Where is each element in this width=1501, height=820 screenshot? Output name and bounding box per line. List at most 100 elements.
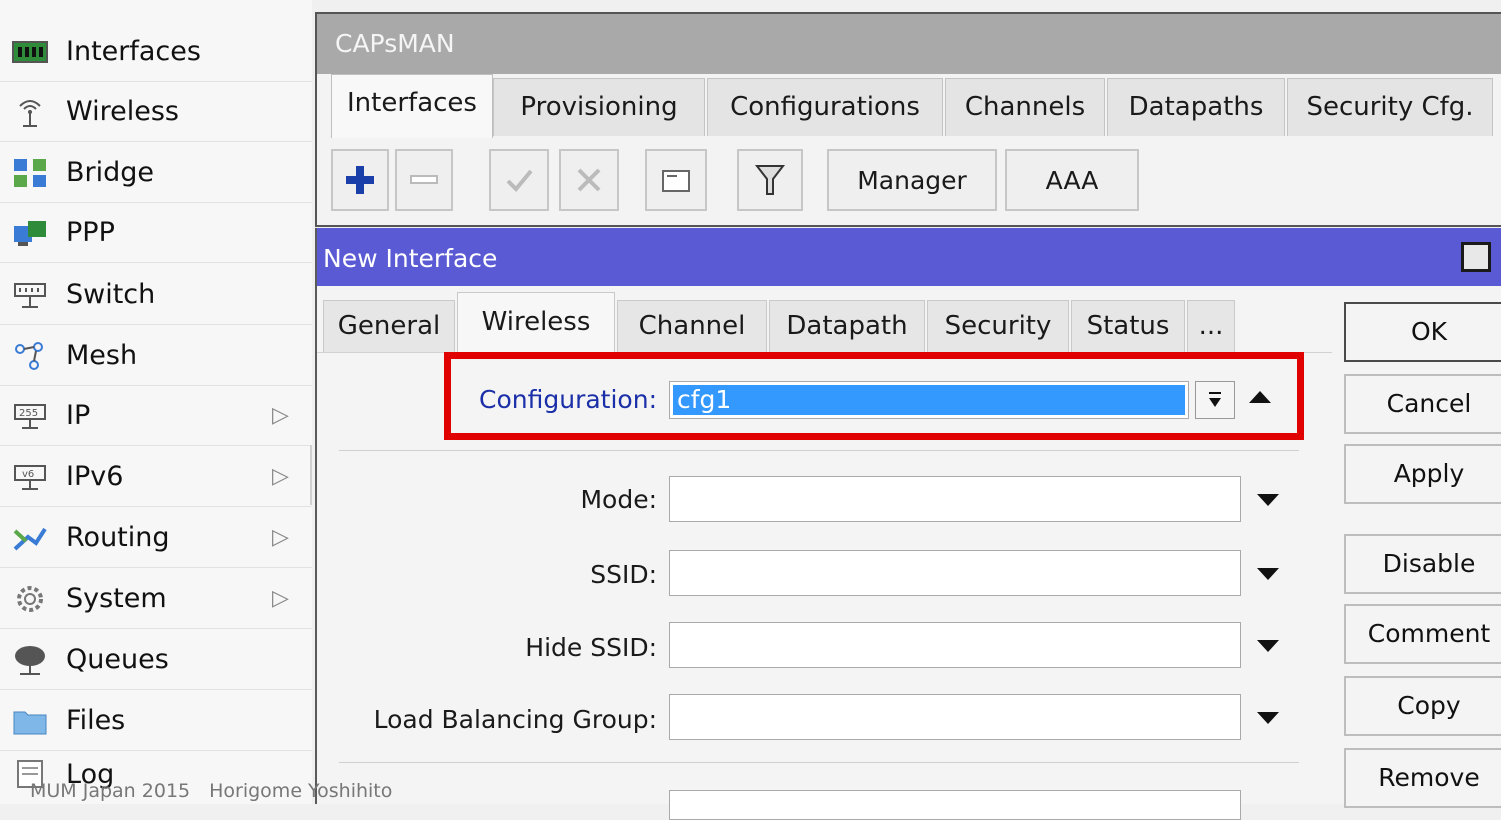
- sidebar-item-label: IPv6: [66, 461, 124, 492]
- comment-button[interactable]: [645, 149, 707, 211]
- interfaces-icon: [12, 37, 48, 67]
- remove-button[interactable]: [395, 149, 453, 211]
- load-balancing-group-label: Load Balancing Group:: [373, 705, 657, 734]
- hide-ssid-label: Hide SSID:: [525, 633, 657, 662]
- sidebar-item-label: Routing: [66, 522, 170, 553]
- filter-icon: [754, 165, 786, 195]
- load-balancing-group-input[interactable]: [669, 694, 1241, 740]
- ssid-dropdown-icon[interactable]: [1257, 568, 1279, 580]
- tab-channel[interactable]: Channel: [617, 300, 767, 352]
- maximize-icon[interactable]: [1461, 242, 1491, 272]
- sidebar-item-bridge[interactable]: Bridge: [0, 143, 312, 203]
- tab-status[interactable]: Status: [1071, 300, 1185, 352]
- submenu-arrow-icon: ▷: [272, 464, 289, 489]
- mode-dropdown-icon[interactable]: [1257, 494, 1279, 506]
- ok-button[interactable]: OK: [1344, 302, 1501, 362]
- submenu-arrow-icon: ▷: [272, 403, 289, 428]
- svg-text:255: 255: [19, 408, 38, 419]
- check-icon: [506, 169, 533, 192]
- sidebar-item-routing[interactable]: Routing ▷: [0, 508, 312, 568]
- ppp-icon: [12, 218, 48, 248]
- bridge-icon: [12, 158, 48, 188]
- hide-ssid-input[interactable]: [669, 622, 1241, 668]
- ipv6-icon: v6: [12, 462, 48, 492]
- footer-credit: MUM Japan 2015 Horigome Yoshihito: [30, 780, 393, 802]
- collapse-up-icon[interactable]: [1249, 391, 1271, 403]
- note-icon: [662, 170, 690, 192]
- sidebar-item-ppp[interactable]: PPP: [0, 203, 312, 263]
- sidebar-item-label: Mesh: [66, 340, 138, 371]
- sidebar-item-label: Bridge: [66, 157, 155, 188]
- sidebar-item-label: PPP: [66, 217, 115, 248]
- disable-button[interactable]: [559, 149, 619, 211]
- sidebar-item-switch[interactable]: Switch: [0, 265, 312, 325]
- new-interface-dialog: New Interface General Wireless Channel D…: [315, 228, 1501, 820]
- files-icon: [12, 706, 48, 736]
- copy-button[interactable]: Copy: [1344, 676, 1501, 736]
- sidebar-item-label: Wireless: [66, 96, 179, 127]
- queues-icon: [12, 645, 48, 675]
- dialog-title: New Interface: [317, 228, 1501, 286]
- sidebar-item-ip[interactable]: 255 IP ▷: [0, 386, 312, 446]
- sidebar-divider: [310, 445, 312, 505]
- ip-icon: 255: [12, 401, 48, 431]
- configuration-label: Configuration:: [479, 385, 657, 414]
- tab-security-cfg[interactable]: Security Cfg.: [1287, 78, 1493, 136]
- aaa-button[interactable]: AAA: [1005, 149, 1139, 211]
- sidebar: Interfaces Wireless Bridge PPP Switch Me…: [0, 0, 312, 804]
- sidebar-item-label: Files: [66, 705, 126, 736]
- hide-ssid-dropdown-icon[interactable]: [1257, 640, 1279, 652]
- tab-wireless[interactable]: Wireless: [457, 292, 615, 352]
- sidebar-item-system[interactable]: System ▷: [0, 569, 312, 629]
- sidebar-item-interfaces[interactable]: Interfaces: [0, 22, 312, 82]
- disable-button[interactable]: Disable: [1344, 534, 1501, 594]
- switch-icon: [12, 280, 48, 310]
- remove-button[interactable]: Remove: [1344, 748, 1501, 808]
- sidebar-item-label: System: [66, 583, 167, 614]
- tab-datapath[interactable]: Datapath: [769, 300, 925, 352]
- system-icon: [12, 584, 48, 614]
- comment-button[interactable]: Comment: [1344, 604, 1501, 664]
- submenu-arrow-icon: ▷: [272, 525, 289, 550]
- sidebar-item-mesh[interactable]: Mesh: [0, 326, 312, 386]
- submenu-arrow-icon: ▷: [272, 586, 289, 611]
- sidebar-item-queues[interactable]: Queues: [0, 630, 312, 690]
- apply-button[interactable]: Apply: [1344, 444, 1501, 504]
- sidebar-item-label: IP: [66, 400, 91, 431]
- plus-icon: [346, 166, 374, 194]
- manager-button[interactable]: Manager: [827, 149, 997, 211]
- sidebar-item-label: Switch: [66, 279, 156, 310]
- sidebar-item-label: Queues: [66, 644, 169, 675]
- enable-button[interactable]: [489, 149, 549, 211]
- tab-security[interactable]: Security: [927, 300, 1069, 352]
- load-balancing-group-dropdown-icon[interactable]: [1257, 712, 1279, 724]
- mode-input[interactable]: [669, 476, 1241, 522]
- ssid-label: SSID:: [590, 560, 657, 589]
- dropdown-button[interactable]: [1195, 381, 1235, 419]
- tab-configurations[interactable]: Configurations: [707, 78, 943, 136]
- routing-icon: [12, 523, 48, 553]
- tab-datapaths[interactable]: Datapaths: [1107, 78, 1285, 136]
- sidebar-item-ipv6[interactable]: v6 IPv6 ▷: [0, 447, 312, 507]
- window-title: CAPsMAN: [317, 14, 1501, 74]
- tab-channels[interactable]: Channels: [945, 78, 1105, 136]
- sidebar-item-wireless[interactable]: Wireless: [0, 82, 312, 142]
- tab-provisioning[interactable]: Provisioning: [493, 78, 705, 136]
- ssid-input[interactable]: [669, 550, 1241, 596]
- cancel-button[interactable]: Cancel: [1344, 374, 1501, 434]
- mode-label: Mode:: [580, 485, 657, 514]
- sidebar-item-files[interactable]: Files: [0, 691, 312, 751]
- section-separator: [339, 450, 1299, 451]
- section-separator: [339, 762, 1299, 763]
- filter-button[interactable]: [737, 149, 803, 211]
- tab-interfaces[interactable]: Interfaces: [331, 74, 493, 138]
- wireless-icon: [12, 97, 48, 127]
- add-button[interactable]: [331, 149, 389, 211]
- minus-icon: [410, 175, 438, 184]
- tab-more[interactable]: ...: [1187, 300, 1235, 352]
- next-field-input[interactable]: [669, 790, 1241, 820]
- configuration-select[interactable]: cfg1: [669, 381, 1189, 419]
- tab-general[interactable]: General: [323, 300, 455, 352]
- dropdown-arrow-icon: [1209, 392, 1221, 407]
- cross-icon: [577, 168, 601, 192]
